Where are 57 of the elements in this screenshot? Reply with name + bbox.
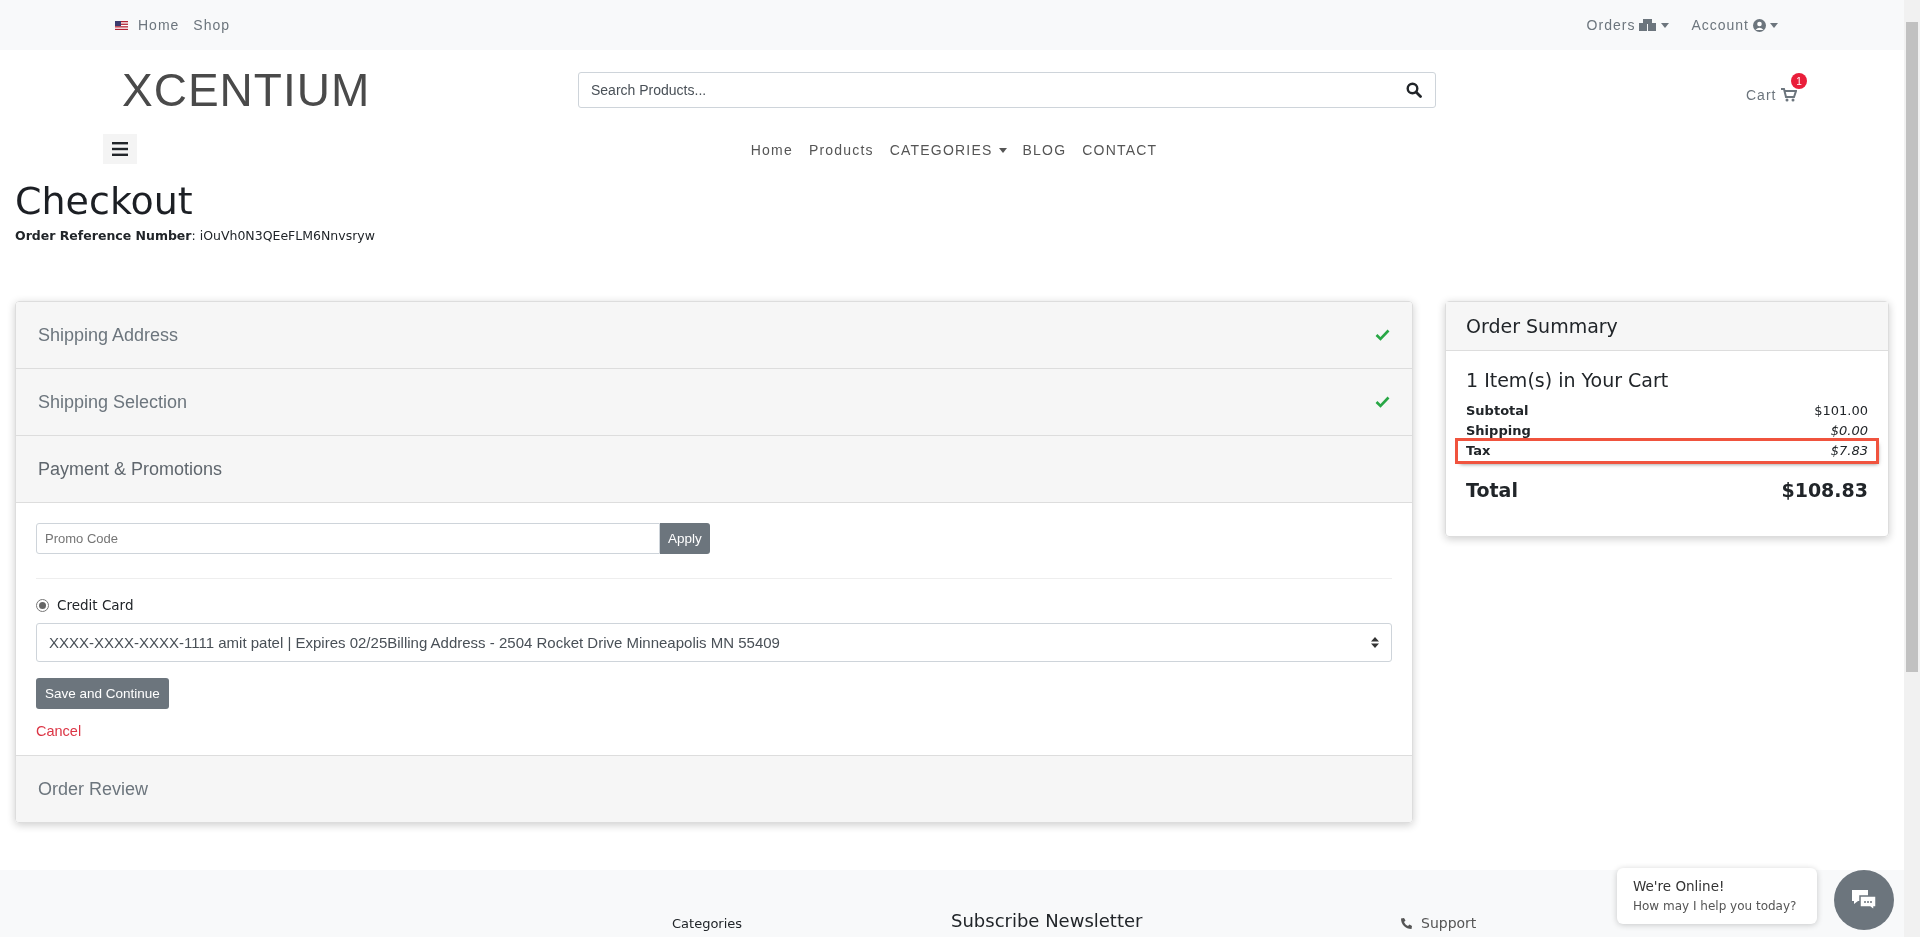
footer-heading: Subscribe Newsletter bbox=[951, 910, 1143, 931]
support-link[interactable]: Support bbox=[1421, 915, 1477, 931]
section-header[interactable]: Shipping Address bbox=[16, 302, 1412, 369]
top-link[interactable]: Home bbox=[138, 17, 180, 33]
caret-icon bbox=[1661, 22, 1670, 28]
footer-heading: Categories bbox=[672, 916, 743, 931]
promo-code-field[interactable]: Promo Code bbox=[36, 523, 660, 554]
caret-icon bbox=[1770, 22, 1778, 28]
menu-icon bbox=[112, 142, 128, 156]
section-title: Shipping Address bbox=[38, 324, 179, 346]
nav-link[interactable]: Products bbox=[808, 142, 874, 158]
summary-value: $101.00 bbox=[1814, 402, 1868, 420]
page-title: Checkout bbox=[15, 178, 194, 224]
summary-value: $0.00 bbox=[1830, 422, 1868, 440]
save-and-continue-button[interactable]: Save and Continue bbox=[36, 678, 169, 709]
cart-link[interactable]: Cart bbox=[1746, 87, 1798, 103]
total-value: $108.83 bbox=[1781, 479, 1868, 501]
top-menu-link[interactable]: Orders bbox=[1586, 17, 1670, 33]
nav-link[interactable]: CONTACT bbox=[1082, 142, 1158, 158]
section-title: Shipping Selection bbox=[38, 391, 188, 413]
chat-subtitle: How may I help you today? bbox=[1633, 899, 1798, 913]
phone-icon bbox=[1400, 916, 1413, 930]
section-title: Order Review bbox=[38, 778, 149, 800]
cart-icon bbox=[1781, 88, 1798, 102]
chat-bubble[interactable]: We're Online! How may I help you today? bbox=[1617, 868, 1817, 924]
menu-button[interactable] bbox=[103, 134, 137, 164]
summary-label: Tax bbox=[1466, 442, 1491, 460]
cancel-link[interactable]: Cancel bbox=[36, 723, 82, 739]
card-title: Order Summary bbox=[1466, 315, 1618, 337]
top-link[interactable]: Shop bbox=[193, 17, 231, 33]
section-header[interactable]: Order Review bbox=[16, 756, 1412, 822]
summary-label: Shipping bbox=[1466, 422, 1531, 440]
top-menu-link[interactable]: Account bbox=[1691, 17, 1778, 33]
summary-label: Subtotal bbox=[1466, 402, 1529, 420]
chat-icon bbox=[1850, 888, 1878, 912]
logo[interactable]: XCENTIUM bbox=[122, 63, 578, 117]
user-icon bbox=[1753, 18, 1766, 32]
card-select[interactable]: XXXX-XXXX-XXXX-1111 amit patel | Expires 02/25Billing Address - 2504 Rocket Drive Minneapolis MN 55409 bbox=[36, 623, 1392, 662]
section-header[interactable]: Shipping Selection bbox=[16, 369, 1412, 436]
total-label: Total bbox=[1466, 479, 1518, 501]
order-reference: Order Reference Number: iOuVh0N3QEeFLM6Nnvsryw bbox=[15, 228, 376, 243]
section-title: Payment & Promotions bbox=[38, 458, 223, 480]
chat-title: We're Online! bbox=[1633, 878, 1726, 894]
summary-value: $7.83 bbox=[1830, 442, 1868, 460]
apply-button[interactable]: Apply bbox=[660, 523, 710, 554]
search-icon[interactable] bbox=[1406, 82, 1422, 98]
chat-button[interactable] bbox=[1834, 870, 1894, 930]
items-count: 1 Item(s) in Your Cart bbox=[1466, 369, 1670, 391]
nav-link[interactable]: CATEGORIES bbox=[889, 142, 1007, 158]
section-header[interactable]: Payment & Promotions bbox=[16, 436, 1412, 503]
nav-link[interactable]: BLOG bbox=[1022, 142, 1067, 158]
radio-label: Credit Card bbox=[57, 597, 134, 613]
select-arrows-icon bbox=[1371, 637, 1379, 648]
boxes-icon bbox=[1639, 19, 1658, 31]
cart-count-badge: 1 bbox=[1791, 73, 1808, 89]
nav-link[interactable]: Home bbox=[750, 142, 793, 158]
search-field[interactable]: Search Products... bbox=[578, 72, 1436, 108]
